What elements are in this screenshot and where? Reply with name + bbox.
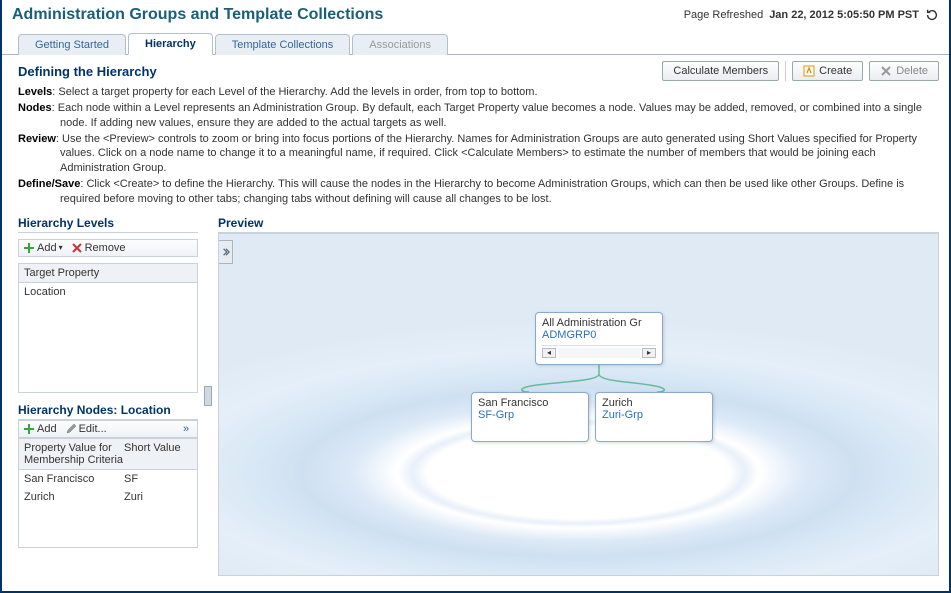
- hierarchy-nodes-title: Hierarchy Nodes: Location: [18, 403, 198, 420]
- calculate-members-button[interactable]: Calculate Members: [662, 61, 779, 81]
- node-group: SF-Grp: [478, 409, 582, 421]
- nodes-grid-header: Property Value for Membership Criteria S…: [19, 439, 197, 470]
- plus-icon: [23, 423, 35, 435]
- tab-associations[interactable]: Associations: [352, 34, 448, 55]
- node-title: All Administration Gr: [542, 317, 656, 329]
- tree-node-root[interactable]: All Administration Gr ADMGRP0 ◂ ▸: [535, 312, 663, 365]
- node-title: San Francisco: [478, 397, 582, 409]
- desc-review-key: Review: [18, 133, 56, 145]
- page-refreshed: Page Refreshed Jan 22, 2012 5:05:50 PM P…: [684, 8, 939, 22]
- tab-bar: Getting Started Hierarchy Template Colle…: [2, 26, 949, 55]
- levels-add-label: Add: [37, 242, 57, 254]
- desc-review-text: : Use the <Preview> controls to zoom or …: [56, 133, 917, 175]
- delete-icon: [880, 65, 892, 77]
- nodes-edit-button[interactable]: Edit...: [65, 423, 107, 435]
- levels-grid: Target Property Location: [18, 263, 198, 393]
- hierarchy-levels-title: Hierarchy Levels: [18, 216, 198, 233]
- node-group: ADMGRP0: [542, 329, 656, 341]
- levels-col-header: Target Property: [24, 267, 99, 279]
- preview-canvas[interactable]: All Administration Gr ADMGRP0 ◂ ▸ San Fr…: [218, 233, 939, 576]
- refreshed-timestamp: Jan 22, 2012 5:05:50 PM PST: [769, 9, 919, 21]
- node-title: Zurich: [602, 397, 706, 409]
- tab-template-collections[interactable]: Template Collections: [215, 34, 351, 55]
- table-row[interactable]: Zurich Zuri: [19, 488, 197, 506]
- scroll-track[interactable]: [558, 348, 640, 358]
- levels-remove-button[interactable]: Remove: [71, 242, 126, 254]
- divider: [785, 61, 786, 81]
- nodes-row0-a: San Francisco: [24, 473, 124, 485]
- nodes-toolbar: Add Edit... »: [18, 420, 198, 438]
- create-button[interactable]: Create: [792, 61, 863, 81]
- levels-toolbar: Add ▾ Remove: [18, 239, 198, 257]
- node-scrollbar: ◂ ▸: [542, 345, 656, 358]
- splitter-handle[interactable]: [204, 386, 212, 406]
- desc-define-key: Define/Save: [18, 178, 80, 190]
- refresh-icon[interactable]: [925, 8, 939, 22]
- delete-label: Delete: [896, 65, 928, 77]
- tree-node-child-2[interactable]: Zurich Zuri-Grp: [595, 392, 713, 442]
- refreshed-label: Page Refreshed: [684, 9, 764, 21]
- tree-node-child-1[interactable]: San Francisco SF-Grp: [471, 392, 589, 442]
- levels-grid-header: Target Property: [19, 264, 197, 283]
- nodes-add-label: Add: [37, 423, 57, 435]
- desc-levels-text: : Select a target property for each Leve…: [52, 86, 537, 98]
- levels-remove-label: Remove: [85, 242, 126, 254]
- create-label: Create: [819, 65, 852, 77]
- levels-row-0: Location: [24, 286, 66, 298]
- desc-define-text: : Click <Create> to define the Hierarchy…: [60, 178, 904, 205]
- pencil-icon: [65, 423, 77, 435]
- tab-hierarchy[interactable]: Hierarchy: [128, 33, 213, 55]
- nodes-add-button[interactable]: Add: [23, 423, 57, 435]
- nodes-edit-label: Edit...: [79, 423, 107, 435]
- desc-nodes-key: Nodes: [18, 102, 52, 114]
- preview-expand-handle[interactable]: [219, 240, 233, 264]
- plus-icon: [23, 242, 35, 254]
- table-row[interactable]: San Francisco SF: [19, 470, 197, 488]
- nodes-col-a: Property Value for Membership Criteria: [24, 442, 124, 466]
- node-group: Zuri-Grp: [602, 409, 706, 421]
- desc-nodes-text: : Each node within a Level represents an…: [52, 102, 922, 129]
- tab-getting-started[interactable]: Getting Started: [18, 34, 126, 55]
- nodes-col-b: Short Value: [124, 442, 192, 466]
- scroll-left-icon[interactable]: ◂: [542, 348, 556, 358]
- dropdown-arrow-icon: ▾: [59, 243, 63, 252]
- create-icon: [803, 65, 815, 77]
- levels-add-button[interactable]: Add ▾: [23, 242, 63, 254]
- table-row[interactable]: Location: [19, 283, 197, 301]
- chevrons-right-icon[interactable]: »: [179, 423, 193, 435]
- splitter: [204, 216, 212, 576]
- x-icon: [71, 242, 83, 254]
- section-title: Defining the Hierarchy: [18, 64, 157, 79]
- desc-levels-key: Levels: [18, 86, 52, 98]
- description-block: Levels: Select a target property for eac…: [2, 83, 949, 216]
- action-bar: Calculate Members Create Delete: [662, 61, 939, 81]
- nodes-row1-a: Zurich: [24, 491, 124, 503]
- delete-button[interactable]: Delete: [869, 61, 939, 81]
- nodes-row0-b: SF: [124, 473, 192, 485]
- nodes-grid: Property Value for Membership Criteria S…: [18, 438, 198, 548]
- preview-title: Preview: [218, 216, 939, 233]
- nodes-row1-b: Zuri: [124, 491, 192, 503]
- scroll-right-icon[interactable]: ▸: [642, 348, 656, 358]
- page-title: Administration Groups and Template Colle…: [12, 6, 383, 24]
